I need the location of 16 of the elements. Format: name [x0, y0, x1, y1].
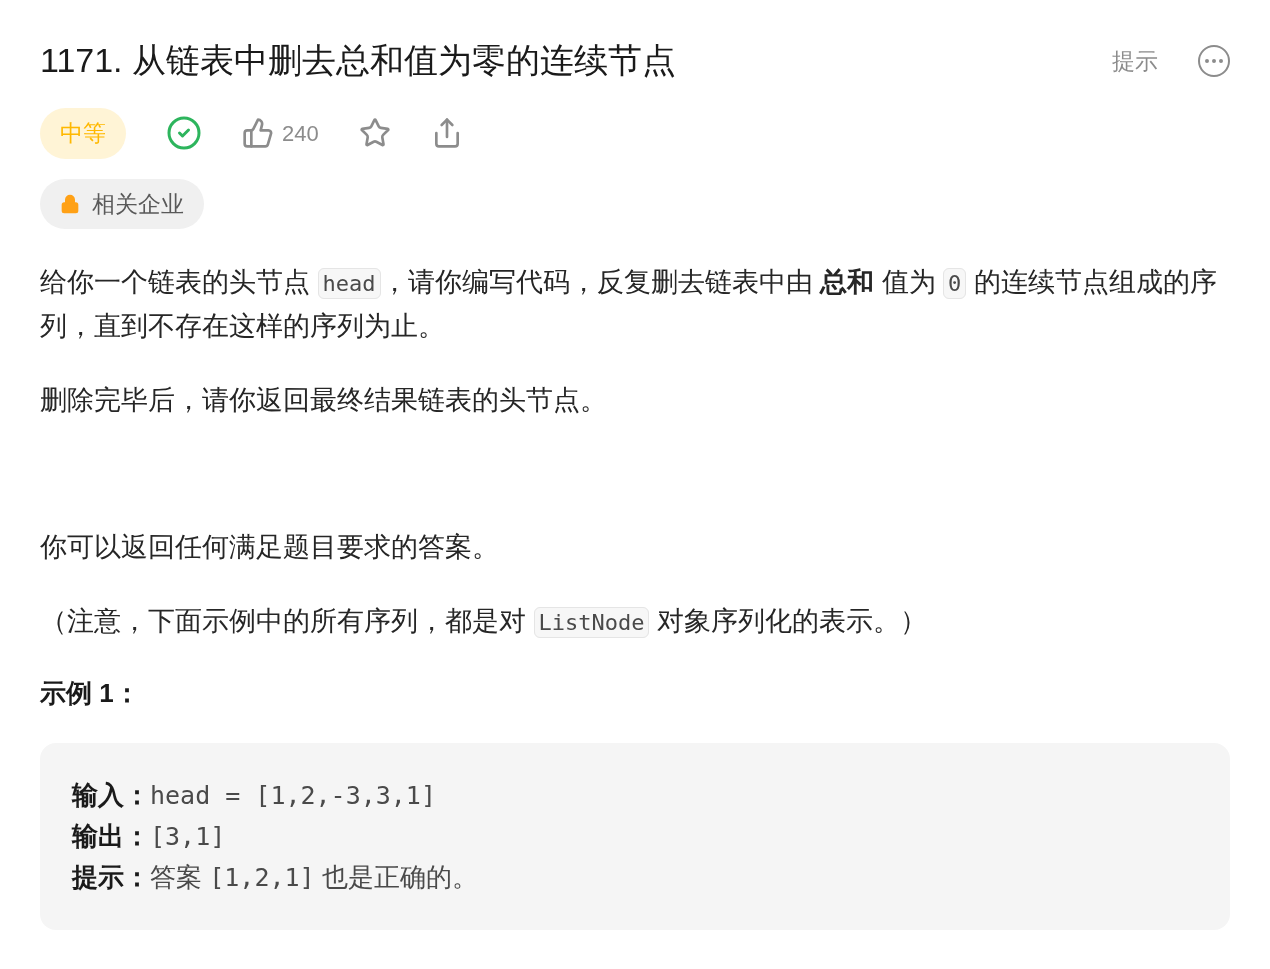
description-paragraph: （注意，下面示例中的所有序列，都是对 ListNode 对象序列化的表示。）: [40, 605, 928, 640]
companies-tag[interactable]: 相关企业: [40, 178, 204, 229]
description-paragraph: 你可以返回任何满足题目要求的答案。: [40, 531, 500, 564]
difficulty-badge: 中等: [40, 108, 126, 159]
more-icon[interactable]: [1198, 45, 1230, 78]
example-title: 示例 1：: [40, 677, 141, 710]
hint-link[interactable]: 提示: [1112, 44, 1158, 79]
lock-icon: [60, 193, 80, 214]
description-paragraph: 删除完毕后，请你返回最终结果链表的头节点。: [40, 384, 608, 417]
example-line: 输入：head = [1,2,-3,3,1]: [72, 779, 437, 812]
problem-title: 1171. 从链表中删去总和值为零的连续节点: [40, 40, 676, 81]
example-line: 提示：答案 [1,2,1] 也是正确的。: [72, 861, 479, 894]
description-paragraph: 给你一个链表的头节点 head ，请你编写代码，反复删去链表中由 总和 值为 0 的连续节点组成的序列，直到不存在这样的序列为止。: [40, 266, 1218, 343]
example-line: 输出：[3,1]: [72, 820, 227, 853]
like-count: 240: [282, 119, 319, 148]
like-icon[interactable]: [242, 117, 274, 150]
